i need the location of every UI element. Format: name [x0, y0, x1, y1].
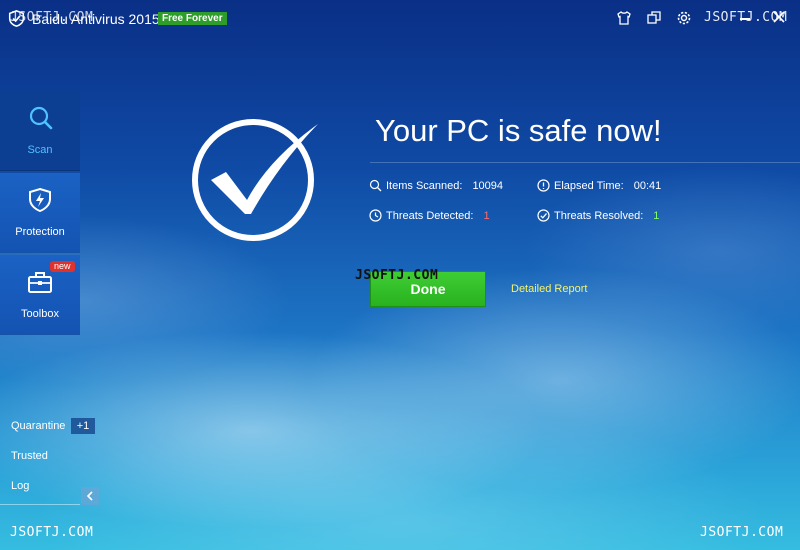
toolbox-icon: [28, 272, 52, 293]
watermark-center: JSOFTJ.COM: [355, 268, 439, 283]
stat-value: 10094: [472, 179, 504, 192]
sidebar-divider: [0, 504, 80, 505]
sidebar-link-log[interactable]: Log: [11, 480, 29, 492]
headline-divider: [370, 162, 800, 163]
stat-label: Elapsed Time:: [554, 179, 624, 192]
new-badge: new: [50, 261, 75, 272]
watermark-bottom-right: JSOFTJ.COM: [700, 525, 784, 540]
settings-icon[interactable]: [676, 10, 692, 26]
sidebar-link-quarantine[interactable]: Quarantine: [11, 420, 65, 432]
watermark-bottom-left: JSOFTJ.COM: [10, 525, 94, 540]
restore-icon[interactable]: [646, 10, 662, 26]
collapse-sidebar-button[interactable]: [81, 487, 99, 505]
check-circle-small-icon: [537, 209, 550, 222]
sidebar-item-toolbox[interactable]: new Toolbox: [0, 255, 80, 335]
quarantine-count-badge: +1: [71, 418, 95, 434]
sidebar-item-label: Protection: [15, 226, 65, 238]
shield-bolt-icon: [29, 187, 51, 213]
stat-value: 1: [653, 209, 660, 222]
sidebar-item-scan[interactable]: Scan: [0, 91, 80, 171]
info-circle-icon: [537, 179, 550, 192]
sidebar-item-label: Toolbox: [21, 308, 59, 320]
stat-elapsed-time: Elapsed Time: 00:41: [537, 179, 661, 192]
chevron-left-icon: [86, 491, 93, 501]
watermark-top-left: JSOFTJ.COM: [10, 10, 94, 25]
stat-label: Threats Resolved:: [554, 209, 644, 222]
check-circle-icon: [192, 119, 318, 241]
stat-value: 1: [483, 209, 490, 222]
watermark-top-right: JSOFTJ.COM: [704, 10, 788, 25]
stat-threats-detected: Threats Detected: 1: [369, 209, 490, 222]
stat-threats-resolved: Threats Resolved: 1: [537, 209, 659, 222]
sidebar-item-protection[interactable]: Protection: [0, 173, 80, 253]
free-forever-badge: Free Forever: [158, 12, 227, 25]
magnifier-icon: [369, 179, 382, 192]
magnifier-icon: [29, 106, 53, 130]
sidebar-item-label: Scan: [27, 144, 53, 156]
skin-icon[interactable]: [616, 10, 632, 26]
detailed-report-link[interactable]: Detailed Report: [511, 283, 587, 295]
stat-items-scanned: Items Scanned: 10094: [369, 179, 503, 192]
sidebar-link-trusted[interactable]: Trusted: [11, 450, 48, 462]
stat-value: 00:41: [633, 179, 662, 192]
clock-icon: [369, 209, 382, 222]
title-bar: Baidu Antivirus 2015 Free Forever: [0, 0, 800, 36]
result-headline: Your PC is safe now!: [375, 113, 662, 148]
stat-label: Items Scanned:: [386, 179, 463, 192]
stat-label: Threats Detected:: [386, 209, 474, 222]
